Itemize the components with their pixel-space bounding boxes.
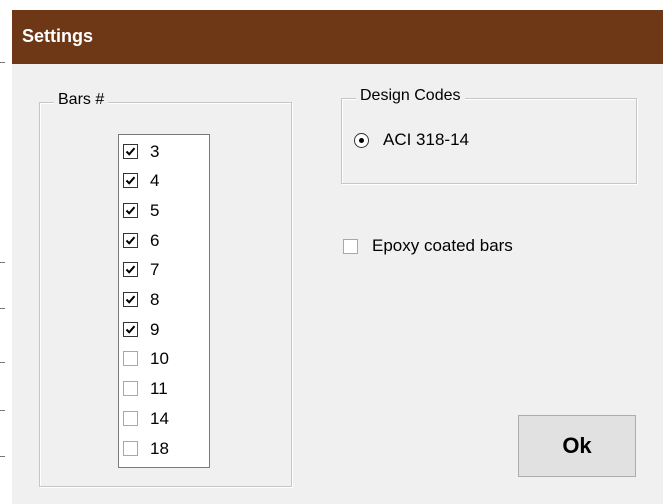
epoxy-label: Epoxy coated bars: [372, 236, 513, 255]
bar-size-item[interactable]: 4: [123, 168, 203, 194]
checkbox-unchecked[interactable]: [123, 410, 138, 426]
radio-dot: [359, 137, 364, 143]
edge-tick: [0, 262, 5, 263]
bar-size-label: 10: [150, 349, 169, 369]
checkbox-checked[interactable]: [123, 292, 138, 307]
bar-size-label: 3: [150, 141, 160, 161]
checkmark-icon: [125, 147, 136, 156]
checkbox-unchecked[interactable]: [123, 440, 138, 456]
checkmark-icon: [125, 325, 136, 334]
checkbox-checked[interactable]: [123, 173, 138, 189]
edge-tick: [0, 410, 5, 411]
ok-button[interactable]: Ok: [518, 415, 636, 477]
radio-button-selected[interactable]: [354, 132, 369, 148]
background-window-edge: [0, 0, 12, 504]
checkbox-checked[interactable]: [123, 143, 138, 159]
bar-size-label: 4: [150, 171, 160, 191]
edge-tick: [0, 62, 5, 63]
checkbox-checked[interactable]: [123, 232, 138, 248]
bar-size-label: 18: [150, 438, 169, 458]
epoxy-checkbox[interactable]: [343, 238, 358, 254]
bar-size-item[interactable]: 18: [123, 435, 203, 461]
checkmark-icon: [125, 295, 136, 304]
bars-group-legend: Bars #: [54, 91, 109, 109]
checkbox-unchecked[interactable]: [123, 381, 138, 397]
bar-size-label: 11: [150, 379, 168, 399]
bar-size-item[interactable]: 6: [123, 227, 203, 253]
bars-checklist[interactable]: 3 4 5 6 7 8 9 10 11 14 18: [118, 134, 210, 468]
bar-size-item[interactable]: 7: [123, 257, 203, 283]
window-title: Settings: [22, 26, 94, 46]
title-bar[interactable]: Settings: [12, 10, 663, 64]
checkmark-icon: [125, 236, 136, 245]
bar-size-item[interactable]: 3: [123, 138, 203, 164]
edge-tick: [0, 362, 5, 363]
bar-size-label: 9: [150, 319, 160, 339]
checkmark-icon: [125, 265, 136, 275]
design-code-label: ACI 318-14: [383, 130, 469, 149]
checkmark-icon: [125, 206, 136, 215]
edge-tick: [0, 308, 5, 309]
design-code-option[interactable]: ACI 318-14: [354, 130, 469, 150]
edge-tick: [0, 456, 5, 457]
bar-size-item[interactable]: 5: [123, 197, 203, 223]
checkmark-icon: [125, 176, 136, 185]
bar-size-item[interactable]: 11: [123, 376, 203, 402]
checkbox-checked[interactable]: [123, 262, 138, 278]
bar-size-label: 7: [150, 260, 160, 280]
window-top-edge: [12, 0, 663, 10]
checkbox-checked[interactable]: [123, 321, 138, 337]
bar-size-item[interactable]: 14: [123, 405, 203, 431]
bar-size-label: 14: [150, 408, 169, 428]
bar-size-item[interactable]: 9: [123, 316, 203, 342]
bar-size-item[interactable]: 10: [123, 346, 203, 372]
bar-size-label: 6: [150, 230, 160, 250]
design-codes-legend: Design Codes: [356, 87, 465, 105]
bar-size-item[interactable]: 8: [123, 287, 203, 313]
bar-size-label: 8: [150, 290, 160, 309]
checkbox-checked[interactable]: [123, 202, 138, 218]
epoxy-coated-option[interactable]: Epoxy coated bars: [343, 236, 513, 256]
checkbox-unchecked[interactable]: [123, 351, 138, 367]
bar-size-label: 5: [150, 200, 160, 220]
